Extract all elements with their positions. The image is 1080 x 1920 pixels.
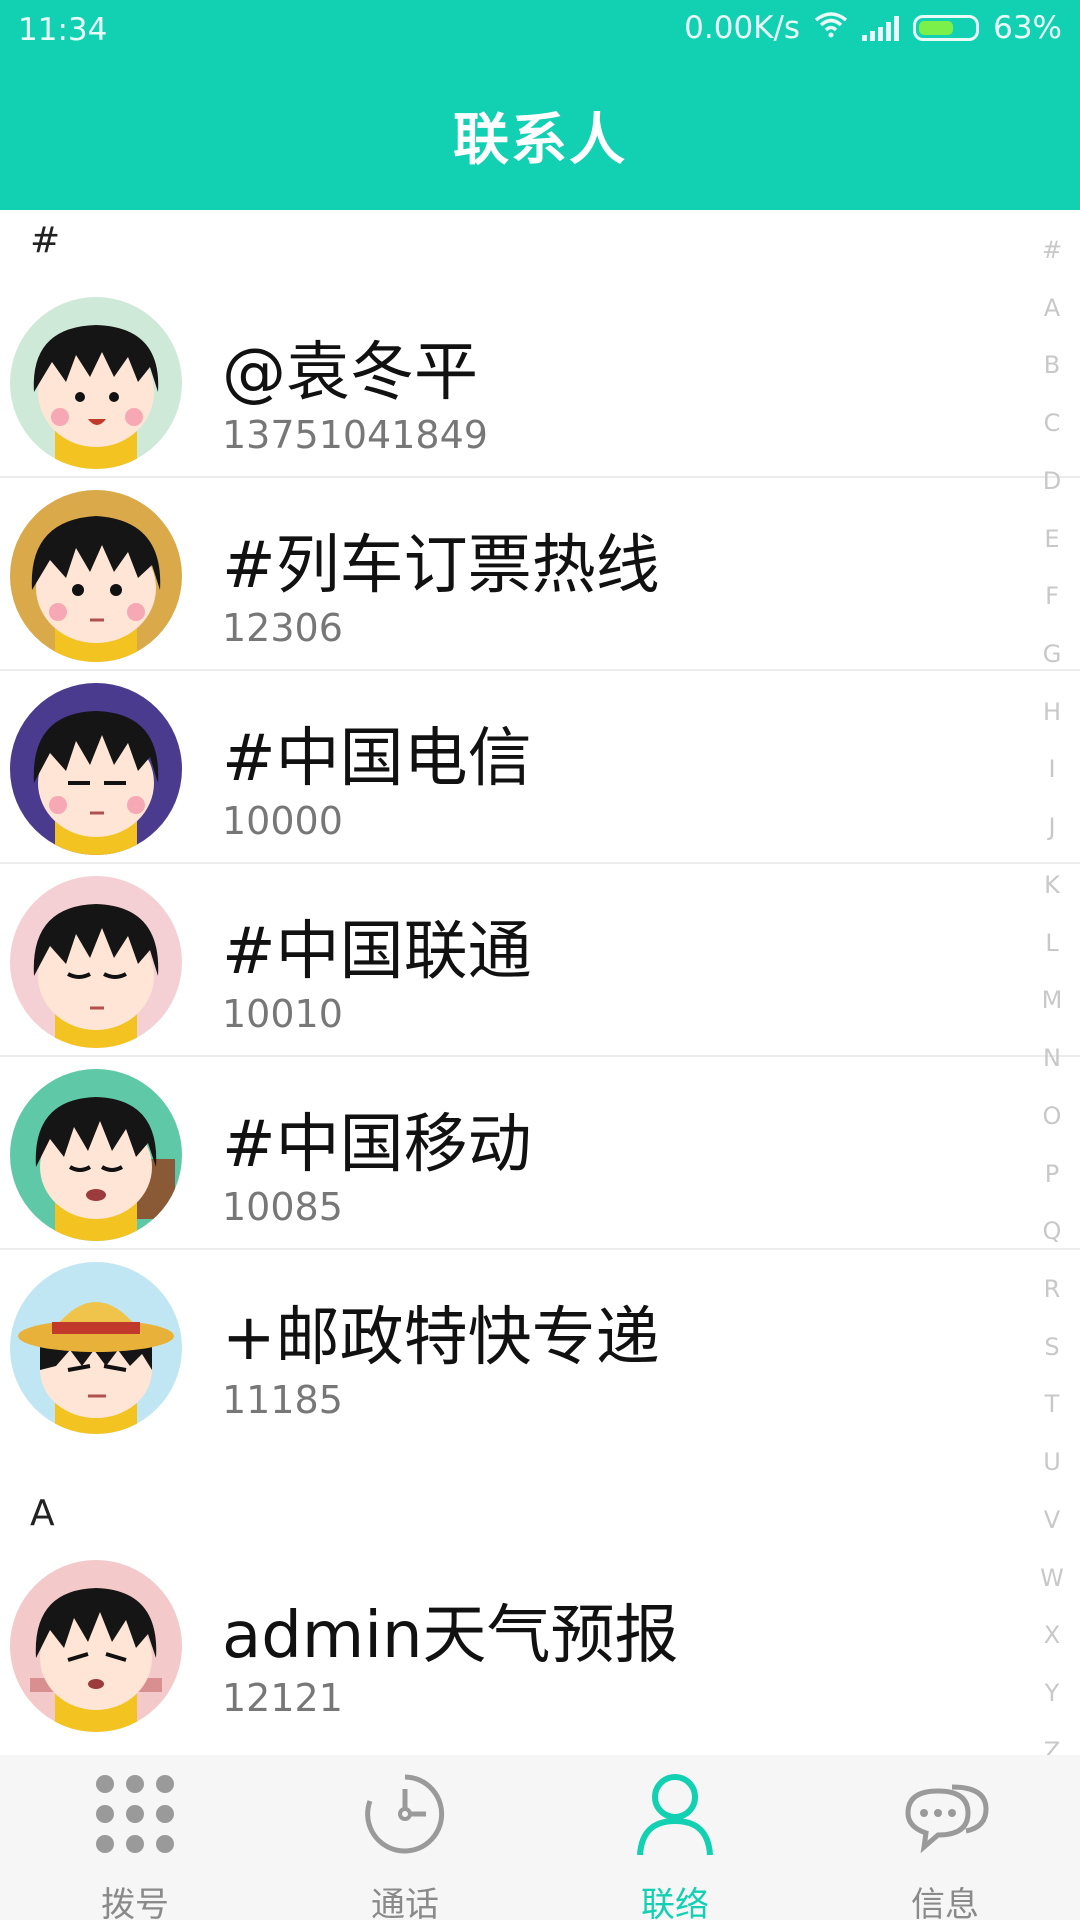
tab-dialpad[interactable]: 拨号 <box>0 1755 270 1920</box>
contact-row[interactable]: #列车订票热线 12306 <box>0 478 1080 671</box>
tab-label: 通话 <box>371 1885 439 1920</box>
tab-label: 拨号 <box>101 1885 169 1920</box>
contact-name: @袁冬平 <box>222 336 478 410</box>
alphabet-index-letter[interactable]: L <box>1045 931 1058 955</box>
contact-number: 12306 <box>222 606 343 650</box>
section-header: A <box>30 1493 55 1534</box>
contact-number: 13751041849 <box>222 413 488 457</box>
avatar <box>10 490 182 662</box>
tab-call-log[interactable]: 通话 <box>270 1755 540 1920</box>
page-title: 联系人 <box>453 107 627 173</box>
dialpad-icon <box>90 1769 180 1859</box>
title-bar: 联系人 <box>0 60 1080 210</box>
alphabet-index-letter[interactable]: W <box>1040 1566 1064 1590</box>
status-bar: 11:34 0.00K/s 63% <box>0 0 1080 60</box>
avatar <box>10 1069 182 1241</box>
contact-number: 10085 <box>222 1185 343 1229</box>
contact-number: 12121 <box>222 1676 343 1720</box>
alphabet-index-letter[interactable]: F <box>1045 584 1059 608</box>
alphabet-index[interactable]: # A B C D E F G H I J K L M N O P Q R S T U V W X Y Z <box>1032 238 1072 1763</box>
tab-messages[interactable]: 信息 <box>810 1755 1080 1920</box>
alphabet-index-letter[interactable]: N <box>1043 1046 1061 1070</box>
contact-name: #中国移动 <box>222 1108 532 1182</box>
alphabet-index-letter[interactable]: M <box>1042 988 1063 1012</box>
contact-name: admin天气预报 <box>222 1599 679 1673</box>
contact-number: 10010 <box>222 992 343 1036</box>
alphabet-index-letter[interactable]: D <box>1043 469 1061 493</box>
contact-name: #列车订票热线 <box>222 529 660 603</box>
alphabet-index-letter[interactable]: B <box>1044 353 1060 377</box>
alphabet-index-letter[interactable]: Q <box>1043 1219 1062 1243</box>
message-icon <box>900 1769 990 1859</box>
alphabet-index-letter[interactable]: I <box>1048 757 1055 781</box>
tab-contacts[interactable]: 联络 <box>540 1755 810 1920</box>
avatar <box>10 1560 182 1732</box>
contact-name: +邮政特快专递 <box>222 1301 660 1375</box>
tab-label: 信息 <box>911 1885 979 1920</box>
call-log-icon <box>360 1769 450 1859</box>
contact-row[interactable]: admin天气预报 12121 <box>0 1548 1080 1741</box>
status-right: 0.00K/s 63% <box>684 10 1062 46</box>
contact-number: 11185 <box>222 1378 343 1422</box>
status-time: 11:34 <box>18 12 108 48</box>
alphabet-index-letter[interactable]: J <box>1048 815 1055 839</box>
contact-name: #中国联通 <box>222 915 532 989</box>
contact-list[interactable]: # @袁冬平 13751041849 #列车订票热线 12306 #中国电信 1… <box>0 210 1080 1755</box>
alphabet-index-letter[interactable]: S <box>1044 1335 1059 1359</box>
alphabet-index-letter[interactable]: K <box>1044 873 1060 897</box>
signal-icon <box>862 15 900 41</box>
contacts-icon <box>630 1769 720 1859</box>
tab-label: 联络 <box>641 1885 709 1920</box>
alphabet-index-letter[interactable]: E <box>1044 527 1059 551</box>
contact-row[interactable]: #中国联通 10010 <box>0 864 1080 1057</box>
avatar <box>10 297 182 469</box>
contact-row[interactable]: #中国移动 10085 <box>0 1057 1080 1250</box>
alphabet-index-letter[interactable]: X <box>1044 1623 1060 1647</box>
alphabet-index-letter[interactable]: T <box>1045 1392 1060 1416</box>
alphabet-index-letter[interactable]: A <box>1044 296 1060 320</box>
alphabet-index-letter[interactable]: U <box>1043 1450 1061 1474</box>
alphabet-index-letter[interactable]: C <box>1044 411 1061 435</box>
contact-row[interactable]: @袁冬平 13751041849 <box>0 285 1080 478</box>
alphabet-index-letter[interactable]: Y <box>1045 1681 1060 1705</box>
contact-row[interactable]: #中国电信 10000 <box>0 671 1080 864</box>
alphabet-index-letter[interactable]: H <box>1043 700 1061 724</box>
bottom-tab-bar: 拨号 通话 联络 信息 <box>0 1755 1080 1920</box>
avatar <box>10 876 182 1048</box>
alphabet-index-letter[interactable]: V <box>1044 1508 1060 1532</box>
contact-name: #中国电信 <box>222 722 532 796</box>
contact-number: 10000 <box>222 799 343 843</box>
alphabet-index-letter[interactable]: R <box>1044 1277 1061 1301</box>
wifi-icon <box>814 10 848 46</box>
alphabet-index-letter[interactable]: G <box>1043 642 1062 666</box>
avatar <box>10 683 182 855</box>
battery-percent: 63% <box>993 10 1062 46</box>
battery-fill <box>919 21 954 35</box>
contact-row[interactable]: +邮政特快专递 11185 <box>0 1250 1080 1443</box>
network-speed: 0.00K/s <box>684 10 801 46</box>
alphabet-index-letter[interactable]: P <box>1045 1162 1059 1186</box>
battery-icon <box>913 15 980 41</box>
alphabet-index-letter[interactable]: O <box>1043 1104 1062 1128</box>
avatar <box>10 1262 182 1434</box>
alphabet-index-letter[interactable]: # <box>1042 238 1062 262</box>
section-header: # <box>30 220 61 261</box>
